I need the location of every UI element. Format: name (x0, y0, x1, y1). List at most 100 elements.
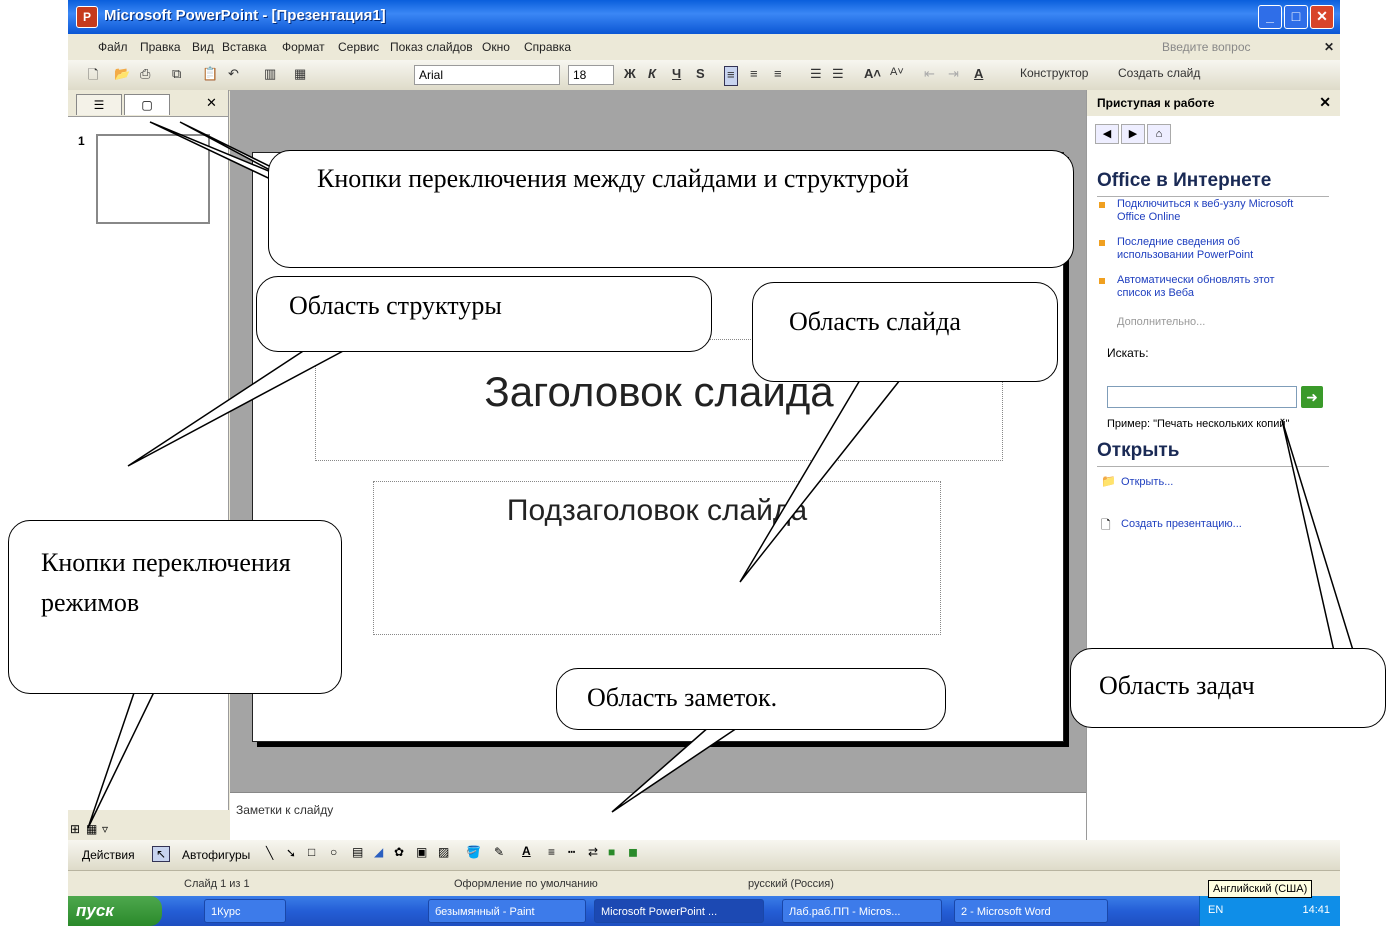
normal-view-icon[interactable]: ⊞ (70, 822, 80, 836)
actions-menu[interactable]: Действия (82, 848, 135, 862)
increase-font-icon[interactable]: A˄ (864, 66, 881, 84)
menu-insert[interactable]: Вставка (222, 40, 267, 54)
menu-format[interactable]: Формат (282, 40, 325, 54)
open-icon[interactable]: 📂 (114, 66, 130, 84)
back-icon[interactable]: ◀ (1095, 124, 1119, 144)
slideshow-view-icon[interactable]: ▿ (102, 822, 108, 836)
close-document-icon[interactable]: ✕ (1324, 40, 1334, 54)
close-task-pane-icon[interactable]: ✕ (1319, 94, 1331, 111)
close-pane-icon[interactable]: ✕ (206, 95, 217, 111)
arrow-icon[interactable]: ➘ (286, 846, 296, 860)
tab-outline[interactable]: ☰ (76, 94, 122, 115)
line-style-icon[interactable]: ≡ (548, 845, 555, 859)
link-auto-update[interactable]: Автоматически обновлять этот список из В… (1117, 274, 1307, 300)
link-latest-news[interactable]: Последние сведения об использовании Powe… (1117, 236, 1307, 262)
sorter-view-icon[interactable]: ▦ (86, 822, 97, 836)
font-name-select[interactable]: Arial (414, 65, 560, 85)
shadow-button[interactable]: S (696, 66, 705, 84)
menu-view[interactable]: Вид (192, 40, 214, 54)
menu-edit[interactable]: Правка (140, 40, 181, 54)
taskbar-item[interactable]: Лаб.раб.ПП - Micros... (782, 899, 942, 923)
paste-icon[interactable]: 📋 (202, 66, 218, 84)
link-office-online[interactable]: Подключиться к веб-узлу Microsoft Office… (1117, 198, 1307, 224)
text-color-icon[interactable]: A (522, 844, 531, 858)
copy-icon[interactable]: ⧉ (172, 66, 181, 84)
callout-switch-slides-text: Кнопки переключения между слайдами и стр… (317, 164, 909, 193)
standard-toolbar: 🗋 📂 ⎙ ⧉ 📋 ↶ ▥ ▦ Arial 18 Ж К Ч S ≡ ≡ ≡ ☰… (68, 60, 1340, 91)
3d-style-icon[interactable]: ◼ (628, 845, 638, 859)
task-pane-title[interactable]: Приступая к работе (1097, 96, 1214, 110)
taskbar-item[interactable]: 2 - Microsoft Word (954, 899, 1108, 923)
underline-button[interactable]: Ч (672, 66, 681, 84)
taskbar-item[interactable]: безымянный - Paint (428, 899, 586, 923)
wordart-icon[interactable]: ◢ (374, 845, 383, 859)
tab-slides[interactable]: ▢ (124, 94, 170, 115)
new-icon[interactable]: 🗋 (88, 66, 98, 84)
notes-pane[interactable]: Заметки к слайду (230, 792, 1086, 841)
close-button[interactable]: ✕ (1310, 5, 1334, 29)
increase-indent-icon[interactable]: ⇥ (948, 66, 959, 84)
search-label: Искать: (1107, 346, 1149, 360)
menu-slideshow[interactable]: Показ слайдов (390, 40, 473, 54)
view-buttons: ⊞ ▦ ▿ (68, 820, 228, 840)
arrow-style-icon[interactable]: ⇄ (588, 845, 598, 859)
bullets-icon[interactable]: ☰ (832, 66, 844, 84)
open-link[interactable]: Открыть... (1121, 476, 1173, 488)
line-color-icon[interactable]: ✎ (494, 845, 504, 859)
menu-tools[interactable]: Сервис (338, 40, 379, 54)
print-icon[interactable]: ⎙ (140, 66, 150, 84)
link-more[interactable]: Дополнительно... (1117, 316, 1307, 329)
chart-icon[interactable]: ▥ (264, 66, 276, 84)
diagram-icon[interactable]: ✿ (394, 845, 404, 859)
align-left-icon[interactable]: ≡ (724, 66, 738, 86)
align-right-icon[interactable]: ≡ (774, 66, 782, 84)
forward-icon[interactable]: ▶ (1121, 124, 1145, 144)
designer-button[interactable]: Конструктор (1020, 66, 1088, 84)
minimize-button[interactable]: _ (1258, 5, 1282, 29)
clipart-icon[interactable]: ▣ (416, 845, 427, 859)
taskbar-item-active[interactable]: Microsoft PowerPoint ... (594, 899, 764, 923)
picture-icon[interactable]: ▨ (438, 845, 449, 859)
search-input[interactable] (1107, 386, 1297, 408)
bold-button[interactable]: Ж (624, 66, 636, 84)
font-color-icon[interactable]: A (974, 66, 983, 84)
menu-file[interactable]: Файл (98, 40, 128, 54)
search-example: Пример: "Печать нескольких копий" (1107, 418, 1290, 430)
slide-thumbnail[interactable] (96, 134, 210, 224)
textbox-icon[interactable]: ▤ (352, 845, 363, 859)
undo-icon[interactable]: ↶ (228, 66, 239, 84)
maximize-button[interactable]: □ (1284, 5, 1308, 29)
menu-help[interactable]: Справка (524, 40, 571, 54)
decrease-font-icon[interactable]: A˅ (890, 66, 904, 84)
pane-tabs: ☰ ▢ ✕ (68, 90, 228, 117)
line-icon[interactable]: ╲ (266, 846, 273, 860)
menu-window[interactable]: Окно (482, 40, 510, 54)
italic-button[interactable]: К (648, 66, 656, 84)
callout-view-buttons-text: Кнопки переключения режимов (41, 548, 291, 617)
bullet-icon (1099, 202, 1105, 208)
document-icon: 🗋 (1101, 518, 1111, 532)
decrease-indent-icon[interactable]: ⇤ (924, 66, 935, 84)
taskbar-item[interactable]: 1Курс (204, 899, 286, 923)
language-indicator[interactable]: EN (1208, 904, 1223, 916)
numbering-icon[interactable]: ☰ (810, 66, 822, 84)
table-icon[interactable]: ▦ (294, 66, 306, 84)
oval-icon[interactable]: ○ (330, 845, 337, 859)
autoshapes-menu[interactable]: Автофигуры (182, 848, 250, 862)
select-pointer-icon[interactable]: ↖ (152, 846, 171, 862)
align-center-icon[interactable]: ≡ (750, 66, 758, 84)
help-search-box[interactable]: Введите вопрос (1162, 40, 1251, 54)
callout-notes-area-text: Область заметок. (587, 683, 778, 712)
create-presentation-link[interactable]: Создать презентацию... (1121, 518, 1242, 530)
font-size-select[interactable]: 18 (568, 65, 614, 85)
search-go-icon[interactable]: ➜ (1301, 386, 1323, 408)
home-icon[interactable]: ⌂ (1147, 124, 1171, 144)
shadow-style-icon[interactable]: ■ (608, 845, 615, 859)
fill-color-icon[interactable]: 🪣 (466, 845, 481, 859)
subtitle-placeholder[interactable]: Подзаголовок слайда (373, 481, 941, 635)
start-button[interactable]: пуск (68, 896, 162, 926)
dash-style-icon[interactable]: ┅ (568, 845, 575, 859)
new-slide-button[interactable]: Создать слайд (1118, 66, 1200, 84)
callout-view-buttons: Кнопки переключения режимов (8, 520, 342, 694)
rectangle-icon[interactable]: □ (308, 845, 315, 859)
